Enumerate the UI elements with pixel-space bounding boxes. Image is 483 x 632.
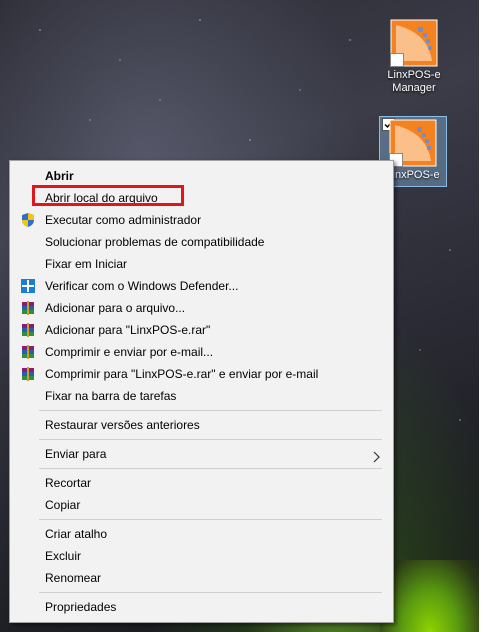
uac-shield-icon <box>20 212 36 228</box>
winrar-icon <box>20 300 36 316</box>
menu-item-criar-atalho[interactable]: Criar atalho <box>10 523 393 545</box>
winrar-icon <box>20 322 36 338</box>
menu-item-label: Comprimir para "LinxPOS-e.rar" e enviar … <box>45 367 319 381</box>
menu-item-windows-defender[interactable]: Verificar com o Windows Defender... <box>10 275 393 297</box>
menu-item-restaurar-versoes[interactable]: Restaurar versões anteriores <box>10 414 393 436</box>
menu-item-comprimir-email[interactable]: Comprimir e enviar por e-mail... <box>10 341 393 363</box>
menu-separator <box>39 592 382 593</box>
menu-item-label: Propriedades <box>45 600 117 614</box>
linxpos-app-icon <box>390 19 438 67</box>
menu-item-label: Comprimir e enviar por e-mail... <box>45 345 214 359</box>
menu-item-enviar-para[interactable]: Enviar para <box>10 443 393 465</box>
context-menu: Abrir Abrir local do arquivo Executar co… <box>9 160 394 623</box>
menu-item-label: Solucionar problemas de compatibilidade <box>45 235 265 249</box>
menu-separator <box>39 439 382 440</box>
menu-item-label: Executar como administrador <box>45 213 202 227</box>
menu-item-copiar[interactable]: Copiar <box>10 494 393 516</box>
menu-separator <box>39 468 382 469</box>
menu-item-label: Criar atalho <box>45 527 108 541</box>
menu-item-label: Abrir <box>45 169 74 183</box>
menu-separator <box>39 410 382 411</box>
desktop-icon-label: Manager <box>392 82 436 94</box>
menu-item-adicionar-arquivo[interactable]: Adicionar para o arquivo... <box>10 297 393 319</box>
windows-defender-icon <box>20 278 36 294</box>
menu-item-label: Adicionar para o arquivo... <box>45 301 186 315</box>
menu-item-label: Renomear <box>45 571 102 585</box>
menu-item-label: Fixar na barra de tarefas <box>45 389 177 403</box>
menu-separator <box>39 519 382 520</box>
menu-item-fixar-barra[interactable]: Fixar na barra de tarefas <box>10 385 393 407</box>
menu-item-label: Excluir <box>45 549 82 563</box>
menu-item-label: Verificar com o Windows Defender... <box>45 279 239 293</box>
menu-item-adicionar-rar[interactable]: Adicionar para "LinxPOS-e.rar" <box>10 319 393 341</box>
window-edge <box>479 0 483 632</box>
winrar-icon <box>20 366 36 382</box>
menu-item-compatibilidade[interactable]: Solucionar problemas de compatibilidade <box>10 231 393 253</box>
winrar-icon <box>20 344 36 360</box>
menu-item-excluir[interactable]: Excluir <box>10 545 393 567</box>
menu-item-renomear[interactable]: Renomear <box>10 567 393 589</box>
linxpos-app-icon <box>389 119 437 167</box>
chevron-right-icon <box>373 448 381 463</box>
menu-item-propriedades[interactable]: Propriedades <box>10 596 393 618</box>
menu-item-label: Fixar em Iniciar <box>45 257 128 271</box>
menu-item-label: Recortar <box>45 476 92 490</box>
desktop-icon-linxpos-manager[interactable]: LinxPOS-e Manager <box>381 19 447 95</box>
menu-item-fixar-iniciar[interactable]: Fixar em Iniciar <box>10 253 393 275</box>
highlight-annotation <box>32 185 184 206</box>
menu-item-recortar[interactable]: Recortar <box>10 472 393 494</box>
menu-item-label: Enviar para <box>45 447 107 461</box>
tent-glow <box>380 560 480 632</box>
menu-item-executar-admin[interactable]: Executar como administrador <box>10 209 393 231</box>
menu-item-comprimir-rar-email[interactable]: Comprimir para "LinxPOS-e.rar" e enviar … <box>10 363 393 385</box>
menu-item-label: Adicionar para "LinxPOS-e.rar" <box>45 323 211 337</box>
menu-item-abrir[interactable]: Abrir <box>10 165 393 187</box>
shortcut-arrow-icon <box>390 53 404 67</box>
menu-item-label: Restaurar versões anteriores <box>45 418 200 432</box>
menu-item-label: Copiar <box>45 498 81 512</box>
desktop-icon-label: LinxPOS-e <box>387 69 441 81</box>
